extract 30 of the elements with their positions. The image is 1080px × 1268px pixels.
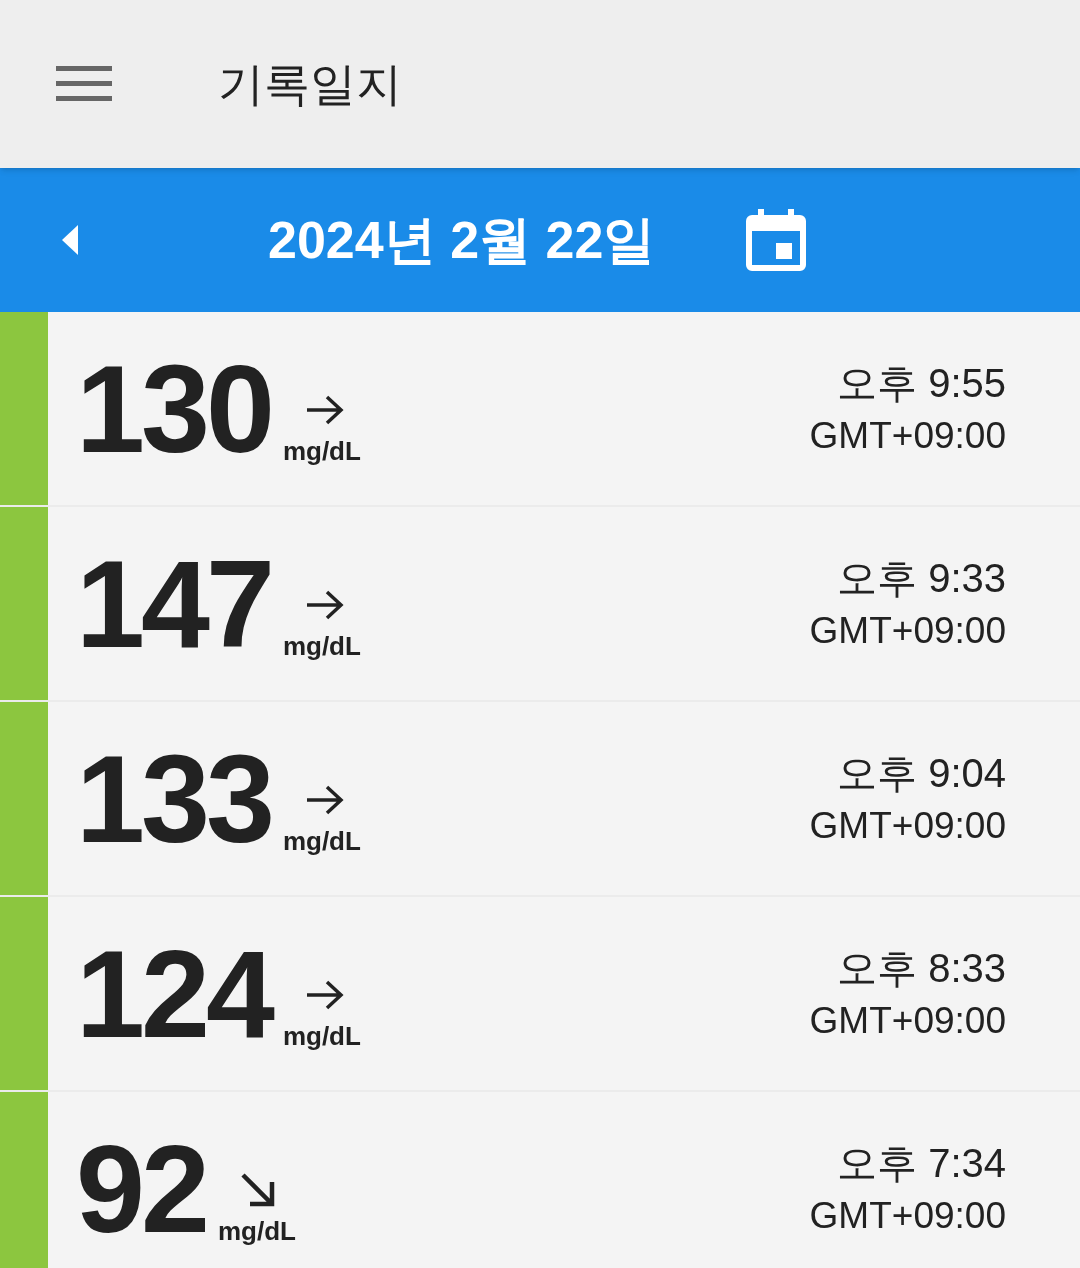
unit-label: mg/dL [282, 437, 361, 464]
glucose-value: 133 [76, 736, 271, 861]
page-title: 기록일지 [218, 56, 402, 112]
right-arrow-icon [304, 783, 345, 816]
timezone-label: GMT+09:00 [809, 417, 1006, 454]
selected-date: 2024년 2월 22일 [268, 210, 656, 271]
timezone-label: GMT+09:00 [809, 612, 1006, 649]
menu-icon[interactable] [56, 64, 112, 104]
timezone-label: GMT+09:00 [809, 807, 1006, 844]
reading-time: 오후 9:33 [837, 558, 1006, 598]
right-arrow-icon [304, 393, 345, 426]
calendar-icon[interactable] [746, 209, 806, 271]
reading-time: 오후 9:04 [837, 753, 1006, 793]
timezone-label: GMT+09:00 [809, 1002, 1006, 1039]
glucose-value: 92 [76, 1126, 206, 1251]
unit-label: mg/dL [282, 1022, 361, 1049]
down-right-arrow-icon [239, 1171, 276, 1208]
right-arrow-icon [304, 588, 345, 621]
timezone-label: GMT+09:00 [809, 1197, 1006, 1234]
glucose-value: 147 [76, 541, 271, 666]
unit-label: mg/dL [282, 827, 361, 854]
unit-label: mg/dL [217, 1217, 296, 1244]
glucose-value: 124 [76, 931, 271, 1056]
reading-time: 오후 9:55 [837, 363, 1006, 403]
unit-label: mg/dL [282, 632, 361, 659]
reading-time: 오후 8:33 [837, 948, 1006, 988]
reading-time: 오후 7:34 [837, 1143, 1006, 1183]
previous-day-icon[interactable] [62, 225, 78, 255]
right-arrow-icon [304, 978, 345, 1011]
glucose-value: 130 [76, 346, 271, 471]
